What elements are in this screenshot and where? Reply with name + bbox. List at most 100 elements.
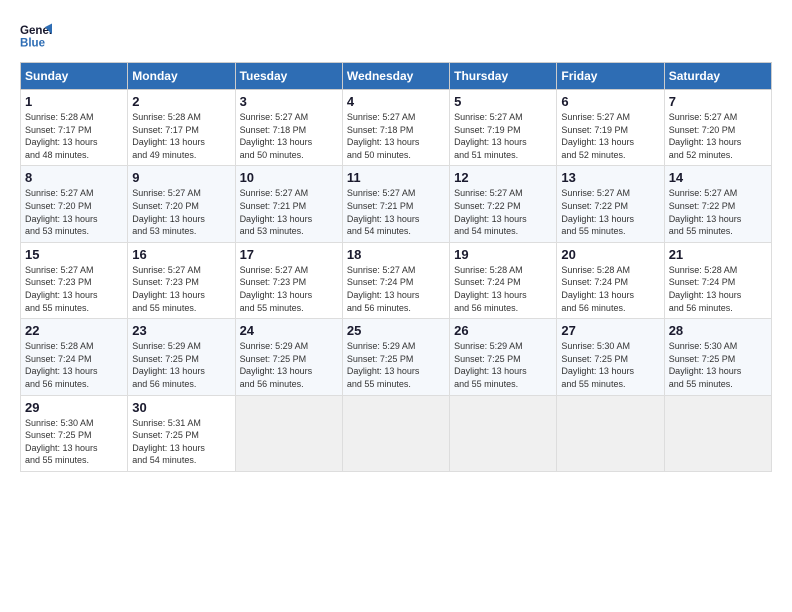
calendar-cell-3-2: 16 Sunrise: 5:27 AM Sunset: 7:23 PM Dayli… bbox=[128, 242, 235, 318]
day-info: Sunrise: 5:27 AM Sunset: 7:18 PM Dayligh… bbox=[240, 111, 338, 161]
calendar-cell-1-1: 1 Sunrise: 5:28 AM Sunset: 7:17 PM Daylig… bbox=[21, 90, 128, 166]
calendar-cell-5-7 bbox=[664, 395, 771, 471]
day-info: Sunrise: 5:27 AM Sunset: 7:23 PM Dayligh… bbox=[132, 264, 230, 314]
calendar-week-2: 8 Sunrise: 5:27 AM Sunset: 7:20 PM Daylig… bbox=[21, 166, 772, 242]
calendar-cell-3-4: 18 Sunrise: 5:27 AM Sunset: 7:24 PM Dayli… bbox=[342, 242, 449, 318]
day-info: Sunrise: 5:27 AM Sunset: 7:23 PM Dayligh… bbox=[240, 264, 338, 314]
day-info: Sunrise: 5:27 AM Sunset: 7:19 PM Dayligh… bbox=[561, 111, 659, 161]
calendar-cell-1-2: 2Sunrise: 5:28 AM Sunset: 7:17 PM Daylig… bbox=[128, 90, 235, 166]
calendar-cell-1-5: 5 Sunrise: 5:27 AM Sunset: 7:19 PM Daylig… bbox=[450, 90, 557, 166]
calendar-cell-4-4: 25 Sunrise: 5:29 AM Sunset: 7:25 PM Dayli… bbox=[342, 319, 449, 395]
day-info: Sunrise: 5:29 AM Sunset: 7:25 PM Dayligh… bbox=[132, 340, 230, 390]
day-number: 10 bbox=[240, 170, 338, 185]
calendar-cell-2-4: 11 Sunrise: 5:27 AM Sunset: 7:21 PM Dayli… bbox=[342, 166, 449, 242]
calendar-header-row: SundayMondayTuesdayWednesdayThursdayFrid… bbox=[21, 63, 772, 90]
day-number: 14 bbox=[669, 170, 767, 185]
day-number: 24 bbox=[240, 323, 338, 338]
calendar-week-1: 1 Sunrise: 5:28 AM Sunset: 7:17 PM Daylig… bbox=[21, 90, 772, 166]
day-number: 6 bbox=[561, 94, 659, 109]
calendar-cell-4-3: 24 Sunrise: 5:29 AM Sunset: 7:25 PM Dayli… bbox=[235, 319, 342, 395]
day-info: Sunrise: 5:27 AM Sunset: 7:22 PM Dayligh… bbox=[454, 187, 552, 237]
day-info: Sunrise: 5:27 AM Sunset: 7:20 PM Dayligh… bbox=[25, 187, 123, 237]
day-number: 15 bbox=[25, 247, 123, 262]
calendar-cell-3-7: 21Sunrise: 5:28 AM Sunset: 7:24 PM Dayli… bbox=[664, 242, 771, 318]
calendar-header-tuesday: Tuesday bbox=[235, 63, 342, 90]
day-number: 12 bbox=[454, 170, 552, 185]
calendar-cell-4-6: 27 Sunrise: 5:30 AM Sunset: 7:25 PM Dayli… bbox=[557, 319, 664, 395]
day-number: 8 bbox=[25, 170, 123, 185]
day-info: Sunrise: 5:28 AM Sunset: 7:24 PM Dayligh… bbox=[25, 340, 123, 390]
day-info: Sunrise: 5:27 AM Sunset: 7:23 PM Dayligh… bbox=[25, 264, 123, 314]
day-number: 13 bbox=[561, 170, 659, 185]
day-info: Sunrise: 5:28 AM Sunset: 7:24 PM Dayligh… bbox=[454, 264, 552, 314]
calendar-cell-2-2: 9 Sunrise: 5:27 AM Sunset: 7:20 PM Daylig… bbox=[128, 166, 235, 242]
day-number: 19 bbox=[454, 247, 552, 262]
calendar-cell-4-7: 28Sunrise: 5:30 AM Sunset: 7:25 PM Dayli… bbox=[664, 319, 771, 395]
calendar-header-saturday: Saturday bbox=[664, 63, 771, 90]
calendar-cell-4-2: 23 Sunrise: 5:29 AM Sunset: 7:25 PM Dayli… bbox=[128, 319, 235, 395]
calendar-cell-5-3 bbox=[235, 395, 342, 471]
calendar-cell-1-7: 7 Sunrise: 5:27 AM Sunset: 7:20 PM Daylig… bbox=[664, 90, 771, 166]
calendar-cell-5-1: 29Sunrise: 5:30 AM Sunset: 7:25 PM Dayli… bbox=[21, 395, 128, 471]
day-info: Sunrise: 5:28 AM Sunset: 7:24 PM Dayligh… bbox=[561, 264, 659, 314]
calendar-cell-3-5: 19 Sunrise: 5:28 AM Sunset: 7:24 PM Dayli… bbox=[450, 242, 557, 318]
day-info: Sunrise: 5:27 AM Sunset: 7:20 PM Dayligh… bbox=[669, 111, 767, 161]
calendar-header-thursday: Thursday bbox=[450, 63, 557, 90]
calendar-cell-1-4: 4Sunrise: 5:27 AM Sunset: 7:18 PM Daylig… bbox=[342, 90, 449, 166]
calendar-header-wednesday: Wednesday bbox=[342, 63, 449, 90]
calendar-header-sunday: Sunday bbox=[21, 63, 128, 90]
day-number: 9 bbox=[132, 170, 230, 185]
calendar-cell-2-6: 13 Sunrise: 5:27 AM Sunset: 7:22 PM Dayli… bbox=[557, 166, 664, 242]
calendar-cell-5-6 bbox=[557, 395, 664, 471]
day-info: Sunrise: 5:28 AM Sunset: 7:17 PM Dayligh… bbox=[25, 111, 123, 161]
calendar-week-5: 29Sunrise: 5:30 AM Sunset: 7:25 PM Dayli… bbox=[21, 395, 772, 471]
day-number: 30 bbox=[132, 400, 230, 415]
day-info: Sunrise: 5:27 AM Sunset: 7:21 PM Dayligh… bbox=[347, 187, 445, 237]
day-info: Sunrise: 5:27 AM Sunset: 7:19 PM Dayligh… bbox=[454, 111, 552, 161]
day-info: Sunrise: 5:29 AM Sunset: 7:25 PM Dayligh… bbox=[347, 340, 445, 390]
svg-text:Blue: Blue bbox=[20, 38, 46, 50]
calendar-cell-2-1: 8 Sunrise: 5:27 AM Sunset: 7:20 PM Daylig… bbox=[21, 166, 128, 242]
day-number: 5 bbox=[454, 94, 552, 109]
calendar-cell-5-5 bbox=[450, 395, 557, 471]
calendar-week-3: 15 Sunrise: 5:27 AM Sunset: 7:23 PM Dayli… bbox=[21, 242, 772, 318]
day-number: 2 bbox=[132, 94, 230, 109]
calendar-cell-3-3: 17 Sunrise: 5:27 AM Sunset: 7:23 PM Dayli… bbox=[235, 242, 342, 318]
day-number: 26 bbox=[454, 323, 552, 338]
calendar-cell-5-4 bbox=[342, 395, 449, 471]
calendar-cell-1-3: 3Sunrise: 5:27 AM Sunset: 7:18 PM Daylig… bbox=[235, 90, 342, 166]
logo: General Blue bbox=[20, 20, 52, 52]
calendar-table: SundayMondayTuesdayWednesdayThursdayFrid… bbox=[20, 62, 772, 472]
calendar-cell-5-2: 30 Sunrise: 5:31 AM Sunset: 7:25 PM Dayli… bbox=[128, 395, 235, 471]
day-info: Sunrise: 5:28 AM Sunset: 7:24 PM Dayligh… bbox=[669, 264, 767, 314]
day-number: 22 bbox=[25, 323, 123, 338]
day-info: Sunrise: 5:29 AM Sunset: 7:25 PM Dayligh… bbox=[454, 340, 552, 390]
day-number: 7 bbox=[669, 94, 767, 109]
day-number: 16 bbox=[132, 247, 230, 262]
day-info: Sunrise: 5:27 AM Sunset: 7:22 PM Dayligh… bbox=[669, 187, 767, 237]
calendar-cell-2-3: 10 Sunrise: 5:27 AM Sunset: 7:21 PM Dayli… bbox=[235, 166, 342, 242]
day-number: 23 bbox=[132, 323, 230, 338]
day-info: Sunrise: 5:30 AM Sunset: 7:25 PM Dayligh… bbox=[25, 417, 123, 467]
day-info: Sunrise: 5:30 AM Sunset: 7:25 PM Dayligh… bbox=[669, 340, 767, 390]
calendar-cell-2-7: 14 Sunrise: 5:27 AM Sunset: 7:22 PM Dayli… bbox=[664, 166, 771, 242]
day-number: 17 bbox=[240, 247, 338, 262]
day-info: Sunrise: 5:31 AM Sunset: 7:25 PM Dayligh… bbox=[132, 417, 230, 467]
day-info: Sunrise: 5:27 AM Sunset: 7:22 PM Dayligh… bbox=[561, 187, 659, 237]
day-info: Sunrise: 5:27 AM Sunset: 7:21 PM Dayligh… bbox=[240, 187, 338, 237]
day-info: Sunrise: 5:30 AM Sunset: 7:25 PM Dayligh… bbox=[561, 340, 659, 390]
day-info: Sunrise: 5:27 AM Sunset: 7:24 PM Dayligh… bbox=[347, 264, 445, 314]
day-number: 1 bbox=[25, 94, 123, 109]
calendar-cell-3-1: 15 Sunrise: 5:27 AM Sunset: 7:23 PM Dayli… bbox=[21, 242, 128, 318]
calendar-header-monday: Monday bbox=[128, 63, 235, 90]
day-number: 27 bbox=[561, 323, 659, 338]
day-number: 25 bbox=[347, 323, 445, 338]
day-info: Sunrise: 5:27 AM Sunset: 7:20 PM Dayligh… bbox=[132, 187, 230, 237]
calendar-cell-1-6: 6 Sunrise: 5:27 AM Sunset: 7:19 PM Daylig… bbox=[557, 90, 664, 166]
logo-icon: General Blue bbox=[20, 20, 52, 52]
calendar-cell-4-1: 22 Sunrise: 5:28 AM Sunset: 7:24 PM Dayli… bbox=[21, 319, 128, 395]
calendar-cell-4-5: 26 Sunrise: 5:29 AM Sunset: 7:25 PM Dayli… bbox=[450, 319, 557, 395]
day-number: 18 bbox=[347, 247, 445, 262]
day-info: Sunrise: 5:29 AM Sunset: 7:25 PM Dayligh… bbox=[240, 340, 338, 390]
day-number: 11 bbox=[347, 170, 445, 185]
